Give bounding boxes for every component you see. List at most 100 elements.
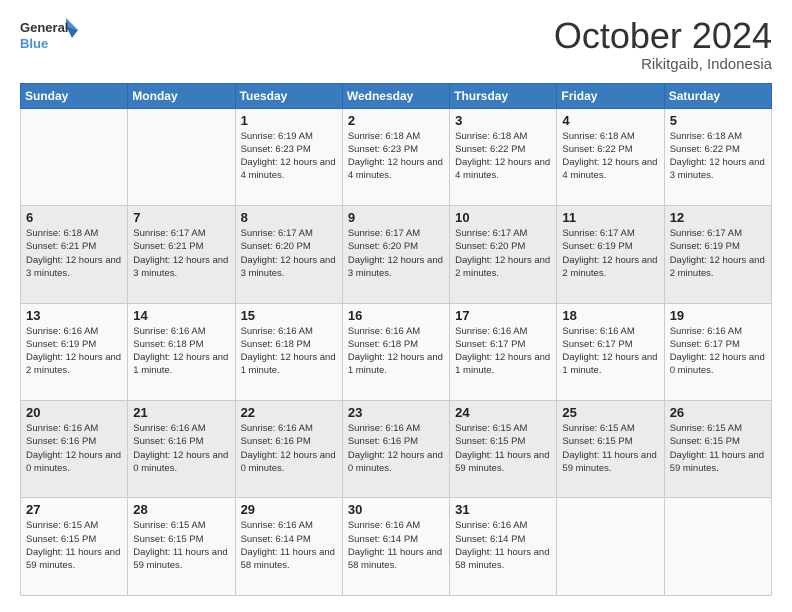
day-info: Sunrise: 6:16 AM Sunset: 6:14 PM Dayligh… xyxy=(241,519,337,572)
calendar-cell: 22Sunrise: 6:16 AM Sunset: 6:16 PM Dayli… xyxy=(235,401,342,498)
calendar-cell: 17 Sunrise: 6:16 AM Sunset: 6:17 PM Dayli… xyxy=(450,303,557,400)
calendar-cell: 6 Sunrise: 6:18 AM Sunset: 6:21 PM Daylig… xyxy=(21,206,128,303)
day-number: 29 xyxy=(241,502,337,517)
calendar-week-2: 6 Sunrise: 6:18 AM Sunset: 6:21 PM Daylig… xyxy=(21,206,772,303)
day-number: 1 xyxy=(241,113,337,128)
weekday-header-friday: Friday xyxy=(557,83,664,108)
weekday-header-saturday: Saturday xyxy=(664,83,771,108)
calendar-cell: 30 Sunrise: 6:16 AM Sunset: 6:14 PM Dayli… xyxy=(342,498,449,596)
day-number: 21 xyxy=(133,405,229,420)
day-info: Sunrise: 6:16 AM Sunset: 6:18 PM Dayligh… xyxy=(348,325,444,378)
day-info: Sunrise: 6:17 AM Sunset: 6:19 PM Dayligh… xyxy=(670,227,766,280)
calendar-cell: 11Sunrise: 6:17 AM Sunset: 6:19 PM Dayli… xyxy=(557,206,664,303)
day-info: Sunrise: 6:16 AM Sunset: 6:16 PM Dayligh… xyxy=(348,422,444,475)
day-number: 6 xyxy=(26,210,122,225)
day-info: Sunrise: 6:15 AM Sunset: 6:15 PM Dayligh… xyxy=(670,422,766,475)
day-info: Sunrise: 6:16 AM Sunset: 6:18 PM Dayligh… xyxy=(241,325,337,378)
day-info: Sunrise: 6:16 AM Sunset: 6:18 PM Dayligh… xyxy=(133,325,229,378)
svg-text:General: General xyxy=(20,20,68,35)
day-number: 15 xyxy=(241,308,337,323)
day-number: 11 xyxy=(562,210,658,225)
calendar-week-3: 13 Sunrise: 6:16 AM Sunset: 6:19 PM Dayli… xyxy=(21,303,772,400)
weekday-header-thursday: Thursday xyxy=(450,83,557,108)
day-number: 12 xyxy=(670,210,766,225)
calendar-cell: 9Sunrise: 6:17 AM Sunset: 6:20 PM Daylig… xyxy=(342,206,449,303)
calendar-cell: 25 Sunrise: 6:15 AM Sunset: 6:15 PM Dayli… xyxy=(557,401,664,498)
calendar-cell: 8 Sunrise: 6:17 AM Sunset: 6:20 PM Daylig… xyxy=(235,206,342,303)
day-info: Sunrise: 6:18 AM Sunset: 6:23 PM Dayligh… xyxy=(348,130,444,183)
calendar-cell: 23 Sunrise: 6:16 AM Sunset: 6:16 PM Dayli… xyxy=(342,401,449,498)
calendar-week-4: 20 Sunrise: 6:16 AM Sunset: 6:16 PM Dayli… xyxy=(21,401,772,498)
day-number: 16 xyxy=(348,308,444,323)
calendar-cell: 27 Sunrise: 6:15 AM Sunset: 6:15 PM Dayli… xyxy=(21,498,128,596)
calendar-cell xyxy=(21,108,128,205)
calendar-cell: 26 Sunrise: 6:15 AM Sunset: 6:15 PM Dayli… xyxy=(664,401,771,498)
day-info: Sunrise: 6:18 AM Sunset: 6:22 PM Dayligh… xyxy=(562,130,658,183)
calendar-cell: 28 Sunrise: 6:15 AM Sunset: 6:15 PM Dayli… xyxy=(128,498,235,596)
header: GeneralBlue October 2024 Rikitgaib, Indo… xyxy=(20,16,772,73)
calendar-cell: 3 Sunrise: 6:18 AM Sunset: 6:22 PM Daylig… xyxy=(450,108,557,205)
day-number: 3 xyxy=(455,113,551,128)
day-number: 7 xyxy=(133,210,229,225)
day-info: Sunrise: 6:18 AM Sunset: 6:21 PM Dayligh… xyxy=(26,227,122,280)
calendar-cell: 16 Sunrise: 6:16 AM Sunset: 6:18 PM Dayli… xyxy=(342,303,449,400)
day-number: 19 xyxy=(670,308,766,323)
day-info: Sunrise: 6:16 AM Sunset: 6:17 PM Dayligh… xyxy=(455,325,551,378)
day-info: Sunrise: 6:16 AM Sunset: 6:17 PM Dayligh… xyxy=(562,325,658,378)
calendar-cell: 13 Sunrise: 6:16 AM Sunset: 6:19 PM Dayli… xyxy=(21,303,128,400)
calendar-cell: 18Sunrise: 6:16 AM Sunset: 6:17 PM Dayli… xyxy=(557,303,664,400)
day-number: 27 xyxy=(26,502,122,517)
weekday-header-monday: Monday xyxy=(128,83,235,108)
day-number: 10 xyxy=(455,210,551,225)
day-number: 20 xyxy=(26,405,122,420)
day-number: 30 xyxy=(348,502,444,517)
day-info: Sunrise: 6:17 AM Sunset: 6:20 PM Dayligh… xyxy=(455,227,551,280)
calendar-cell: 4Sunrise: 6:18 AM Sunset: 6:22 PM Daylig… xyxy=(557,108,664,205)
calendar-cell: 1 Sunrise: 6:19 AM Sunset: 6:23 PM Daylig… xyxy=(235,108,342,205)
day-number: 28 xyxy=(133,502,229,517)
svg-text:Blue: Blue xyxy=(20,36,48,51)
day-info: Sunrise: 6:15 AM Sunset: 6:15 PM Dayligh… xyxy=(133,519,229,572)
day-info: Sunrise: 6:15 AM Sunset: 6:15 PM Dayligh… xyxy=(26,519,122,572)
day-number: 23 xyxy=(348,405,444,420)
day-number: 8 xyxy=(241,210,337,225)
day-info: Sunrise: 6:17 AM Sunset: 6:20 PM Dayligh… xyxy=(241,227,337,280)
calendar-cell: 31Sunrise: 6:16 AM Sunset: 6:14 PM Dayli… xyxy=(450,498,557,596)
calendar-cell xyxy=(557,498,664,596)
day-number: 5 xyxy=(670,113,766,128)
calendar-cell: 12 Sunrise: 6:17 AM Sunset: 6:19 PM Dayli… xyxy=(664,206,771,303)
calendar-cell: 20 Sunrise: 6:16 AM Sunset: 6:16 PM Dayli… xyxy=(21,401,128,498)
calendar-cell: 24 Sunrise: 6:15 AM Sunset: 6:15 PM Dayli… xyxy=(450,401,557,498)
day-info: Sunrise: 6:16 AM Sunset: 6:16 PM Dayligh… xyxy=(26,422,122,475)
day-number: 17 xyxy=(455,308,551,323)
day-info: Sunrise: 6:15 AM Sunset: 6:15 PM Dayligh… xyxy=(562,422,658,475)
day-info: Sunrise: 6:16 AM Sunset: 6:17 PM Dayligh… xyxy=(670,325,766,378)
day-info: Sunrise: 6:18 AM Sunset: 6:22 PM Dayligh… xyxy=(670,130,766,183)
day-number: 13 xyxy=(26,308,122,323)
day-info: Sunrise: 6:19 AM Sunset: 6:23 PM Dayligh… xyxy=(241,130,337,183)
day-number: 9 xyxy=(348,210,444,225)
calendar-cell: 29 Sunrise: 6:16 AM Sunset: 6:14 PM Dayli… xyxy=(235,498,342,596)
weekday-header-row: SundayMondayTuesdayWednesdayThursdayFrid… xyxy=(21,83,772,108)
day-info: Sunrise: 6:17 AM Sunset: 6:21 PM Dayligh… xyxy=(133,227,229,280)
day-info: Sunrise: 6:15 AM Sunset: 6:15 PM Dayligh… xyxy=(455,422,551,475)
day-info: Sunrise: 6:16 AM Sunset: 6:14 PM Dayligh… xyxy=(455,519,551,572)
day-info: Sunrise: 6:16 AM Sunset: 6:19 PM Dayligh… xyxy=(26,325,122,378)
day-info: Sunrise: 6:16 AM Sunset: 6:14 PM Dayligh… xyxy=(348,519,444,572)
calendar-cell: 10 Sunrise: 6:17 AM Sunset: 6:20 PM Dayli… xyxy=(450,206,557,303)
day-number: 14 xyxy=(133,308,229,323)
calendar-week-5: 27 Sunrise: 6:15 AM Sunset: 6:15 PM Dayli… xyxy=(21,498,772,596)
calendar-cell: 14 Sunrise: 6:16 AM Sunset: 6:18 PM Dayli… xyxy=(128,303,235,400)
location-subtitle: Rikitgaib, Indonesia xyxy=(554,56,772,73)
calendar-cell xyxy=(664,498,771,596)
calendar-cell: 5 Sunrise: 6:18 AM Sunset: 6:22 PM Daylig… xyxy=(664,108,771,205)
calendar-table: SundayMondayTuesdayWednesdayThursdayFrid… xyxy=(20,83,772,596)
day-info: Sunrise: 6:18 AM Sunset: 6:22 PM Dayligh… xyxy=(455,130,551,183)
day-info: Sunrise: 6:16 AM Sunset: 6:16 PM Dayligh… xyxy=(241,422,337,475)
calendar-cell: 21Sunrise: 6:16 AM Sunset: 6:16 PM Dayli… xyxy=(128,401,235,498)
day-number: 25 xyxy=(562,405,658,420)
calendar-week-1: 1 Sunrise: 6:19 AM Sunset: 6:23 PM Daylig… xyxy=(21,108,772,205)
day-number: 24 xyxy=(455,405,551,420)
day-number: 26 xyxy=(670,405,766,420)
calendar-header: SundayMondayTuesdayWednesdayThursdayFrid… xyxy=(21,83,772,108)
